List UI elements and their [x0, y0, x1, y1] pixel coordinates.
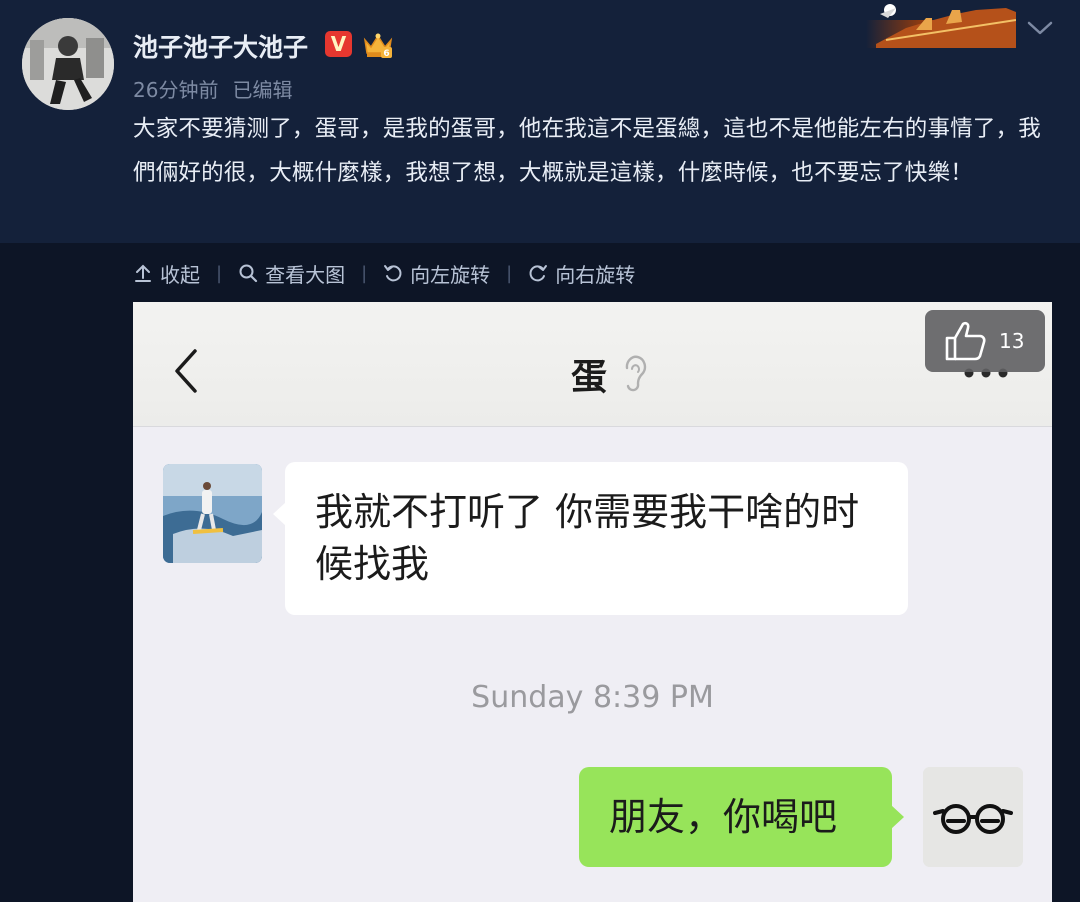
search-icon	[239, 264, 258, 283]
rotate-right-label: 向右旋转	[555, 262, 636, 287]
self-avatar	[923, 767, 1023, 867]
chat-header: 蛋	[133, 302, 1052, 427]
thumbs-up-icon	[945, 321, 986, 361]
collapse-label: 收起	[160, 262, 200, 287]
friend-avatar	[163, 464, 262, 563]
username[interactable]: 池子池子大池子	[133, 28, 308, 64]
like-button[interactable]: 13	[925, 310, 1045, 372]
divider: |	[506, 262, 513, 284]
chat-screenshot-image[interactable]: 蛋 我就不打听了 你需要我干啥的时候找我 Sunday 8:39 PM 朋友，你…	[133, 302, 1052, 902]
message-bubble-received: 我就不打听了 你需要我干啥的时候找我	[273, 462, 908, 615]
post-time: 26分钟前	[133, 78, 219, 102]
crown-icon: 6	[363, 33, 393, 59]
collapse-button[interactable]: 收起	[133, 259, 200, 288]
view-large-button[interactable]: 查看大图	[238, 259, 345, 288]
like-count: 13	[999, 329, 1025, 353]
ear-icon	[625, 355, 647, 392]
divider: |	[361, 262, 368, 284]
rotate-right-button[interactable]: 向右旋转	[528, 259, 635, 288]
post-text: 大家不要猜测了，蛋哥，是我的蛋哥，他在我這不是蛋總，這也不是他能左右的事情了，我…	[133, 116, 1042, 186]
rotate-left-icon	[384, 265, 402, 282]
rotate-right-icon	[529, 265, 548, 282]
weibo-post: 池子池子大池子 V 6 26分钟前 已编辑 大家不要猜测了，蛋哥，是我的蛋哥，他在…	[0, 0, 1080, 243]
chat-title: 蛋	[571, 357, 608, 398]
back-arrow-icon	[175, 349, 197, 393]
divider: |	[216, 262, 223, 284]
message-timestamp: Sunday 8:39 PM	[471, 680, 714, 715]
message-bubble-sent: 朋友，你喝吧	[579, 767, 904, 867]
great-wall-banner	[866, 4, 1016, 48]
post-meta: 26分钟前 已编辑	[133, 74, 292, 103]
svg-text:6: 6	[383, 49, 389, 59]
chevron-down-icon[interactable]	[1026, 18, 1054, 38]
message-text: 我就不打听了 你需要我干啥的时候找我	[315, 490, 860, 586]
rotate-left-button[interactable]: 向左旋转	[383, 259, 490, 288]
message-text: 朋友，你喝吧	[609, 795, 838, 839]
verified-badge: V	[325, 31, 352, 57]
edited-label[interactable]: 已编辑	[232, 78, 292, 102]
view-large-label: 查看大图	[265, 262, 346, 287]
user-avatar[interactable]	[22, 18, 114, 110]
image-action-bar: 收起 | 查看大图 | 向左旋转 | 向右旋转	[133, 255, 635, 291]
rotate-left-label: 向左旋转	[410, 262, 491, 287]
collapse-icon	[135, 264, 151, 282]
